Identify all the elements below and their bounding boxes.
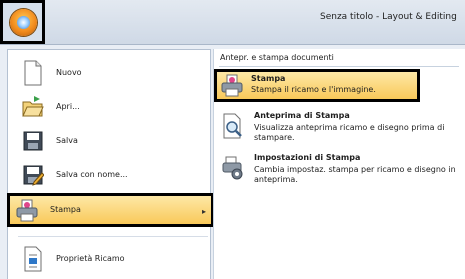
new-document-icon — [22, 60, 44, 86]
open-folder-icon — [22, 94, 44, 120]
menu-item-save[interactable]: Salva — [8, 124, 210, 158]
submenu-item-description: Cambia impostaz. stampa per ricamo e dis… — [254, 165, 456, 184]
menu-item-label: Salva — [56, 136, 78, 145]
menu-item-new[interactable]: Nuovo — [8, 56, 210, 90]
submenu-header: Antepr. e stampa documenti — [219, 53, 459, 67]
menu-item-print[interactable]: Stampa ▸ — [7, 193, 214, 227]
save-icon — [22, 128, 44, 154]
menu-item-label: Stampa — [50, 205, 81, 214]
menu-item-label: Salva con nome... — [56, 170, 128, 179]
application-menu-commands: Nuovo Apri... Salva Salva con nome... Pr… — [7, 49, 211, 279]
menu-item-label: Nuovo — [56, 68, 82, 77]
title-bar: Senza titolo - Layout & Editing — [0, 0, 465, 44]
menu-item-label: Apri... — [56, 102, 80, 111]
application-logo-icon — [17, 16, 30, 29]
menu-item-label: Proprietà Ricamo — [56, 254, 125, 263]
application-menu-button[interactable] — [10, 9, 37, 36]
submenu-item-title: Stampa — [251, 74, 286, 83]
application-menu: Nuovo Apri... Salva Salva con nome... Pr… — [0, 44, 465, 279]
submenu-item-description: Stampa il ricamo e l'immagine. — [251, 85, 376, 94]
properties-icon — [22, 246, 44, 272]
print-icon — [221, 73, 243, 99]
submenu-item-print-settings[interactable]: Impostazioni di Stampa Cambia impostaz. … — [214, 151, 465, 195]
print-settings-icon — [222, 155, 244, 181]
submenu-item-print[interactable]: Stampa Stampa il ricamo e l'immagine. — [214, 69, 420, 102]
print-icon — [16, 198, 38, 224]
menu-item-embroidery-properties[interactable]: Proprietà Ricamo — [8, 242, 210, 276]
window-title: Senza titolo - Layout & Editing — [320, 12, 457, 22]
print-submenu: Antepr. e stampa documenti Stampa Stampa… — [213, 49, 465, 279]
submenu-arrow-icon: ▸ — [202, 207, 207, 216]
print-preview-icon — [222, 113, 244, 139]
submenu-item-print-preview[interactable]: Anteprima di Stampa Visualizza anteprima… — [214, 109, 465, 153]
menu-separator — [18, 236, 208, 237]
application-button-highlight[interactable] — [0, 0, 45, 44]
submenu-item-title: Anteprima di Stampa — [254, 111, 350, 120]
menu-item-open[interactable]: Apri... — [8, 90, 210, 124]
submenu-item-title: Impostazioni di Stampa — [254, 153, 361, 162]
menu-item-save-as[interactable]: Salva con nome... — [8, 158, 210, 192]
save-as-icon — [22, 162, 45, 188]
submenu-item-description: Visualizza anteprima ricamo e disegno pr… — [254, 123, 445, 142]
